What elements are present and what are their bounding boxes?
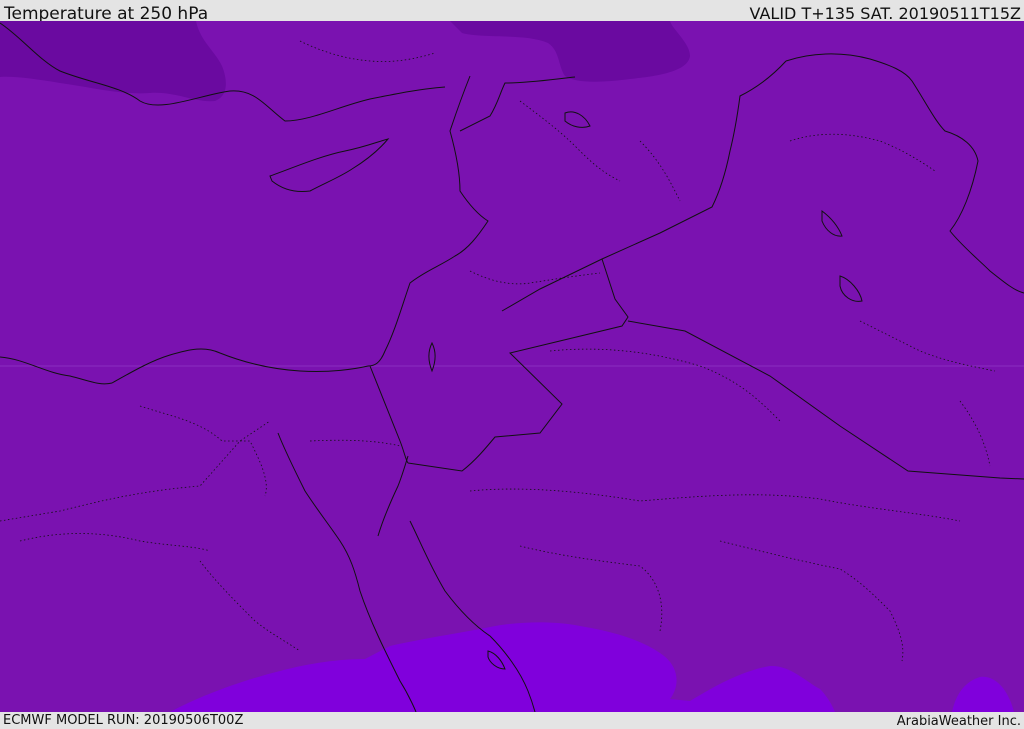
map-canvas [0,21,1024,712]
footer-bar: ECMWF MODEL RUN: 20190506T00Z ArabiaWeat… [0,712,1024,729]
credit-label: ArabiaWeather Inc. [896,714,1021,729]
temperature-field [0,21,1024,712]
model-run-label: ECMWF MODEL RUN: 20190506T00Z [3,713,244,728]
temperature-map [0,21,1024,712]
header-bar: Temperature at 250 hPa VALID T+135 SAT. … [0,0,1024,24]
